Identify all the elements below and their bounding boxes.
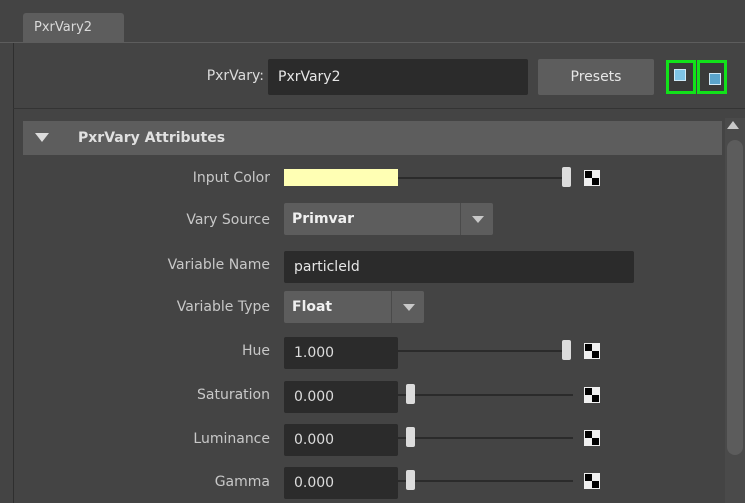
variable-type-label: Variable Type xyxy=(176,299,270,315)
scroll-up-arrow-icon[interactable] xyxy=(727,121,739,129)
hue-field[interactable]: 1.000 xyxy=(284,337,398,369)
map-button-checker-icon[interactable] xyxy=(584,473,600,489)
scroll-thumb[interactable] xyxy=(727,140,743,455)
vary-source-dropdown[interactable]: Primvar xyxy=(284,203,493,235)
vary-source-label: Vary Source xyxy=(186,212,270,228)
gamma-field[interactable]: 0.000 xyxy=(284,467,398,499)
collapse-triangle-icon[interactable] xyxy=(35,133,49,142)
input-color-slider-thumb[interactable] xyxy=(562,167,571,187)
vary-source-dropdown-button[interactable] xyxy=(460,203,494,235)
luminance-slider-thumb[interactable] xyxy=(406,427,415,447)
chevron-down-icon xyxy=(472,216,484,223)
variable-type-value: Float xyxy=(292,299,333,315)
map-button-checker-icon[interactable] xyxy=(584,430,600,446)
saturation-slider-thumb[interactable] xyxy=(406,384,415,404)
map-button-checker-icon[interactable] xyxy=(584,170,600,186)
variable-name-label: Variable Name xyxy=(167,257,270,273)
tab-pxrvary2[interactable]: PxrVary2 xyxy=(23,13,124,42)
header-separator xyxy=(13,108,745,109)
variable-name-field[interactable]: particleId xyxy=(284,251,634,283)
saturation-label: Saturation xyxy=(197,387,270,403)
hue-label: Hue xyxy=(241,343,270,359)
node-type-label: PxrVary: xyxy=(206,68,264,84)
node-name-field[interactable]: PxrVary2 xyxy=(268,59,528,95)
gamma-slider-track[interactable] xyxy=(398,480,573,482)
focus-output-icon[interactable] xyxy=(697,60,727,94)
map-button-checker-icon[interactable] xyxy=(584,387,600,403)
chevron-down-icon xyxy=(403,304,415,311)
focus-input-icon[interactable] xyxy=(666,60,696,94)
hue-slider-thumb[interactable] xyxy=(562,340,571,360)
vary-source-value: Primvar xyxy=(292,211,355,227)
luminance-slider-track[interactable] xyxy=(398,437,573,439)
input-color-swatch[interactable] xyxy=(284,169,398,186)
luminance-label: Luminance xyxy=(193,431,270,447)
saturation-field[interactable]: 0.000 xyxy=(284,381,398,413)
presets-button[interactable]: Presets xyxy=(538,59,654,95)
map-button-checker-icon[interactable] xyxy=(584,343,600,359)
saturation-slider-track[interactable] xyxy=(398,394,573,396)
gamma-label: Gamma xyxy=(214,474,270,490)
input-color-label: Input Color xyxy=(192,170,270,186)
section-title: PxrVary Attributes xyxy=(78,130,226,146)
hue-slider-track[interactable] xyxy=(398,350,566,352)
input-color-slider-track[interactable] xyxy=(398,177,566,179)
variable-type-dropdown-button[interactable] xyxy=(391,291,425,323)
gamma-slider-thumb[interactable] xyxy=(406,470,415,490)
luminance-field[interactable]: 0.000 xyxy=(284,424,398,456)
variable-type-dropdown[interactable]: Float xyxy=(284,291,424,323)
